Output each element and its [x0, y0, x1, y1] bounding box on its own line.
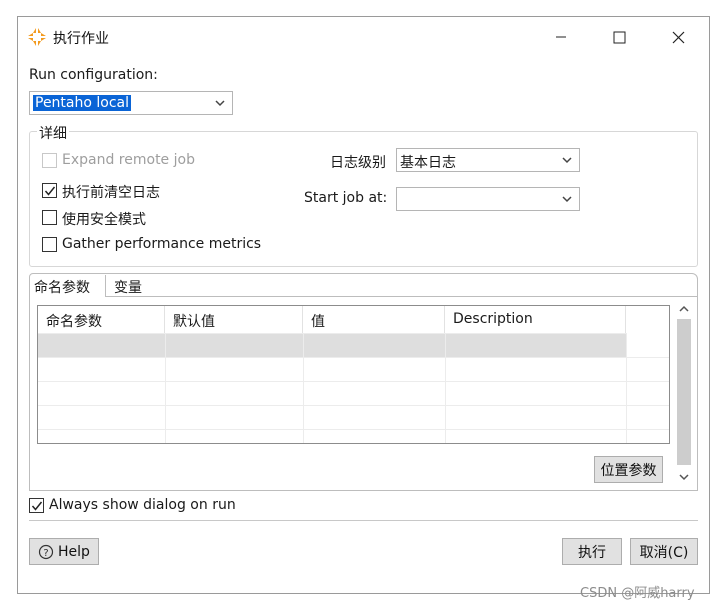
column-divider [445, 333, 446, 443]
column-header-value[interactable]: 值 [303, 306, 445, 333]
help-button[interactable]: ? Help [29, 538, 99, 565]
table-row[interactable] [38, 429, 669, 443]
position-params-label: 位置参数 [600, 462, 657, 479]
gather-metrics-checkbox[interactable] [42, 237, 57, 252]
scrollbar-thumb[interactable] [677, 319, 691, 465]
column-divider [626, 333, 627, 443]
minimize-icon [556, 36, 566, 38]
column-header-default[interactable]: 默认值 [165, 306, 303, 333]
clear-log-label: 执行前清空日志 [62, 185, 160, 201]
expand-remote-job-label: Expand remote job [62, 152, 195, 168]
title-bar: 执行作业 [18, 17, 709, 57]
cancel-label: 取消(C) [639, 544, 689, 561]
cancel-button[interactable]: 取消(C) [630, 538, 698, 565]
table-row[interactable] [38, 381, 669, 405]
maximize-icon [613, 31, 625, 43]
chevron-down-icon [562, 157, 572, 164]
svg-text:?: ? [43, 548, 48, 559]
execute-button[interactable]: 执行 [562, 538, 622, 565]
safe-mode-label: 使用安全模式 [62, 212, 146, 228]
tab-named-params[interactable]: 命名参数 [31, 275, 106, 297]
check-icon [44, 186, 56, 196]
chevron-down-icon [215, 100, 225, 107]
check-icon [31, 501, 43, 511]
safe-mode-checkbox[interactable] [42, 210, 57, 225]
log-level-label: 日志级别 [330, 155, 386, 171]
table-row[interactable] [38, 405, 669, 429]
maximize-button[interactable] [599, 23, 639, 51]
help-icon: ? [38, 544, 54, 559]
table-row[interactable] [38, 357, 669, 381]
pentaho-job-icon [27, 27, 47, 47]
expand-remote-job-checkbox[interactable] [42, 153, 57, 168]
table-row[interactable] [38, 333, 626, 357]
always-show-label: Always show dialog on run [49, 497, 236, 513]
footer-divider [29, 520, 698, 521]
run-config-value: Pentaho local [33, 95, 132, 111]
always-show-checkbox[interactable] [29, 498, 44, 513]
minimize-button[interactable] [541, 23, 581, 51]
position-params-button[interactable]: 位置参数 [594, 456, 663, 483]
chevron-up-icon[interactable] [678, 304, 690, 314]
chevron-down-icon[interactable] [678, 472, 690, 482]
params-scrollbar[interactable] [675, 299, 693, 488]
help-label: Help [58, 543, 90, 560]
close-icon [672, 31, 684, 43]
start-job-label: Start job at: [304, 190, 388, 206]
tab-variables-label: 变量 [114, 280, 142, 296]
params-table: 命名参数 默认值 值 Description [37, 305, 670, 444]
start-job-select[interactable] [396, 187, 580, 211]
tab-strip-divider [106, 296, 698, 297]
column-divider [165, 333, 166, 443]
tab-named-params-label: 命名参数 [34, 280, 90, 296]
run-config-label: Run configuration: [29, 67, 158, 83]
column-header-description[interactable]: Description [445, 306, 626, 333]
watermark: CSDN @阿威harry [580, 586, 695, 601]
log-level-value: 基本日志 [400, 155, 456, 171]
run-config-select[interactable]: Pentaho local [29, 91, 233, 115]
execute-label: 执行 [578, 544, 606, 561]
run-job-dialog: 执行作业 Run configuration: Pentaho local 详细… [17, 16, 710, 594]
details-group-label: 详细 [37, 123, 69, 143]
column-divider [303, 333, 304, 443]
gather-metrics-label: Gather performance metrics [62, 236, 262, 252]
column-header-name[interactable]: 命名参数 [38, 306, 165, 333]
window-title: 执行作业 [53, 31, 109, 47]
chevron-down-icon [562, 196, 572, 203]
tab-variables[interactable]: 变量 [110, 275, 146, 297]
close-button[interactable] [658, 23, 698, 51]
clear-log-checkbox[interactable] [42, 183, 57, 198]
log-level-select[interactable]: 基本日志 [396, 148, 580, 172]
